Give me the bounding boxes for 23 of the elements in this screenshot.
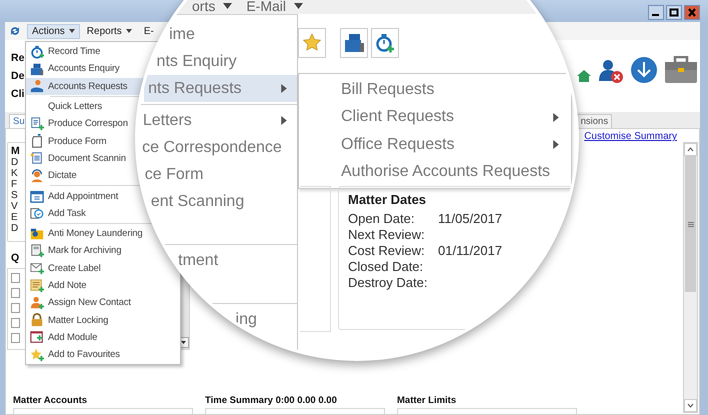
field-label: Cli (11, 88, 24, 100)
date-label: Destroy Date: (348, 275, 428, 290)
summary-label: D (11, 157, 18, 168)
panel-heading: Q (11, 252, 20, 264)
field-label: De (11, 70, 24, 82)
panel-heading: Matter Accounts (13, 395, 88, 406)
summary-label: S (11, 190, 18, 201)
date-label: Closed Date: (348, 259, 424, 274)
panel-heading: M (11, 145, 20, 157)
panel-heading: Time Summary 0:00 0.00 0.00 (205, 395, 337, 406)
date-value: 11/05/2017 (438, 211, 502, 226)
date-label: Open Date: (348, 211, 414, 226)
panel-heading: Matter Dates (348, 192, 426, 207)
summary-label: V (11, 201, 18, 212)
date-label: Cost Review: (348, 243, 425, 258)
field-label: Re (11, 52, 24, 64)
date-label: Next Review: (348, 227, 425, 242)
panel-heading: Matter Limits (397, 395, 456, 406)
summary-label: K (11, 168, 18, 179)
summary-label: F (11, 179, 18, 190)
summary-label: D (11, 223, 18, 234)
summary-label: E (11, 212, 18, 223)
date-value: 01/11/2017 (438, 243, 502, 258)
